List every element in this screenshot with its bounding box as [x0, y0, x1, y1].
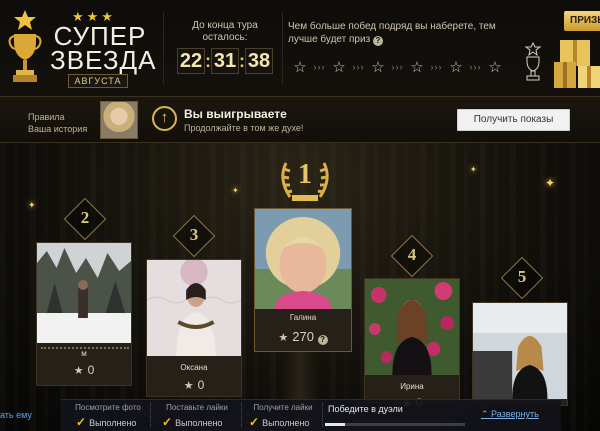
- expand-link-text: Развернуть: [491, 409, 539, 419]
- divider: [241, 403, 242, 427]
- divider: [150, 403, 151, 427]
- avatar[interactable]: [100, 101, 138, 139]
- contestant-photo[interactable]: [147, 260, 241, 356]
- star-icon: ★: [73, 365, 84, 377]
- duel-progress-track: [325, 423, 465, 426]
- prizes-button[interactable]: ПРИЗЫ: [564, 11, 600, 31]
- logo-title: СУПЕР ЗВЕЗДА: [50, 23, 157, 75]
- duel-task-label: Победите в дуэли: [328, 404, 403, 414]
- question-icon[interactable]: ?: [317, 335, 328, 345]
- contestant-card[interactable]: [472, 302, 568, 406]
- timer-label: До конца тура осталось:: [192, 20, 258, 43]
- left-partial-link[interactable]: ать ему: [0, 410, 32, 420]
- task-status: ✓ Выполнено: [249, 415, 309, 429]
- gift-icon: [554, 40, 600, 88]
- rules-link[interactable]: Правила: [28, 111, 87, 123]
- divider: [282, 12, 283, 84]
- contestant-photo[interactable]: [473, 303, 567, 399]
- sparkle-icon: ✦: [28, 200, 36, 210]
- task-label: Поставьте лайки: [166, 403, 228, 412]
- contestant-card[interactable]: Галина ★ 270 ?: [254, 208, 352, 352]
- contestant-name: м: [81, 349, 87, 358]
- contestant-photo[interactable]: [255, 209, 351, 309]
- task-label: Получите лайки: [253, 403, 313, 412]
- contestant-card[interactable]: м ★ 0: [36, 242, 132, 386]
- rules-links: Правила Ваша история: [28, 111, 87, 135]
- sparkle-icon: ✦: [232, 186, 239, 195]
- arrow-up-icon: ↑: [152, 106, 177, 131]
- question-icon[interactable]: ?: [372, 36, 383, 46]
- logo-month: АВГУСТА: [68, 74, 128, 88]
- task-status-text: Выполнено: [262, 418, 310, 428]
- get-shows-button[interactable]: Получить показы: [457, 109, 570, 131]
- check-icon: ✓: [162, 415, 173, 429]
- rank-number: 1: [298, 159, 312, 190]
- task-status: ✓ Выполнено: [162, 415, 222, 429]
- sparkle-icon: ✦: [470, 165, 477, 174]
- prize-description-text: Чем больше побед подряд вы наберете, тем…: [288, 21, 496, 45]
- status-title: Вы выигрываете: [184, 107, 287, 121]
- contestant-score: ★0: [37, 363, 131, 377]
- chevron-right-icon: ›››: [391, 62, 404, 72]
- contestant-name: Ирина: [400, 382, 424, 391]
- sparkle-icon: ✦: [545, 176, 556, 190]
- rank-number: 5: [517, 267, 527, 286]
- prize-description: Чем больше побед подряд вы наберете, тем…: [288, 20, 508, 46]
- contestant-photo[interactable]: [37, 243, 131, 343]
- chevron-right-icon: ›››: [469, 62, 482, 72]
- score-value: 270: [292, 329, 314, 344]
- star-icon: ☆: [293, 59, 307, 76]
- divider: [322, 403, 323, 427]
- contestant-score: ★0: [147, 378, 241, 392]
- timer-minutes: 31: [211, 48, 239, 74]
- chevron-right-icon: ›››: [352, 62, 365, 72]
- score-value: 0: [197, 378, 205, 392]
- logo-title-line2: ЗВЕЗДА: [50, 45, 157, 75]
- contestant-name: Оксана: [180, 363, 208, 372]
- expand-link[interactable]: ⌃ Развернуть: [481, 409, 539, 420]
- win-streak-track: ☆ ››› ☆ ››› ☆ ››› ☆ ››› ☆ ››› ☆: [292, 58, 503, 76]
- chevron-right-icon: ›››: [313, 62, 326, 72]
- task-status: ✓ Выполнено: [76, 415, 136, 429]
- check-icon: ✓: [76, 415, 87, 429]
- score-value: 0: [87, 363, 95, 377]
- contestant-photo[interactable]: [365, 279, 459, 375]
- countdown-timer: 22 : 31 : 38: [177, 48, 273, 74]
- contestant-card[interactable]: Ирина ★0: [364, 278, 460, 410]
- divider: [163, 12, 164, 84]
- chevron-right-icon: ›››: [430, 62, 443, 72]
- star-icon: ☆: [371, 59, 385, 76]
- status-subtitle: Продолжайте в том же духе!: [184, 123, 304, 133]
- rank-number: 4: [407, 245, 417, 264]
- check-icon: ✓: [249, 415, 260, 429]
- timer-seconds: 38: [245, 48, 273, 74]
- star-icon: ★: [183, 380, 194, 392]
- star-icon: ☆: [488, 59, 502, 76]
- timer-hours: 22: [177, 48, 205, 74]
- chevron-up-icon: ⌃: [481, 409, 492, 419]
- rank-number: 2: [80, 208, 90, 227]
- task-label: Посмотрите фото: [75, 403, 141, 412]
- duel-progress-fill: [325, 423, 345, 426]
- trophy-icon: [524, 42, 542, 81]
- star-icon: ☆: [410, 59, 424, 76]
- history-link[interactable]: Ваша история: [28, 123, 87, 135]
- contestant-card[interactable]: Оксана ★ 0: [146, 259, 242, 397]
- contestant-score: ★ 270 ?: [255, 329, 351, 345]
- contestant-name: Галина: [289, 313, 317, 322]
- star-icon: ☆: [332, 59, 346, 76]
- rank-number: 3: [189, 225, 199, 244]
- task-status-text: Выполнено: [175, 418, 223, 428]
- task-status-text: Выполнено: [89, 418, 137, 428]
- star-icon: ☆: [449, 59, 463, 76]
- trophy-icon: [8, 10, 42, 82]
- star-icon: ★: [278, 332, 289, 344]
